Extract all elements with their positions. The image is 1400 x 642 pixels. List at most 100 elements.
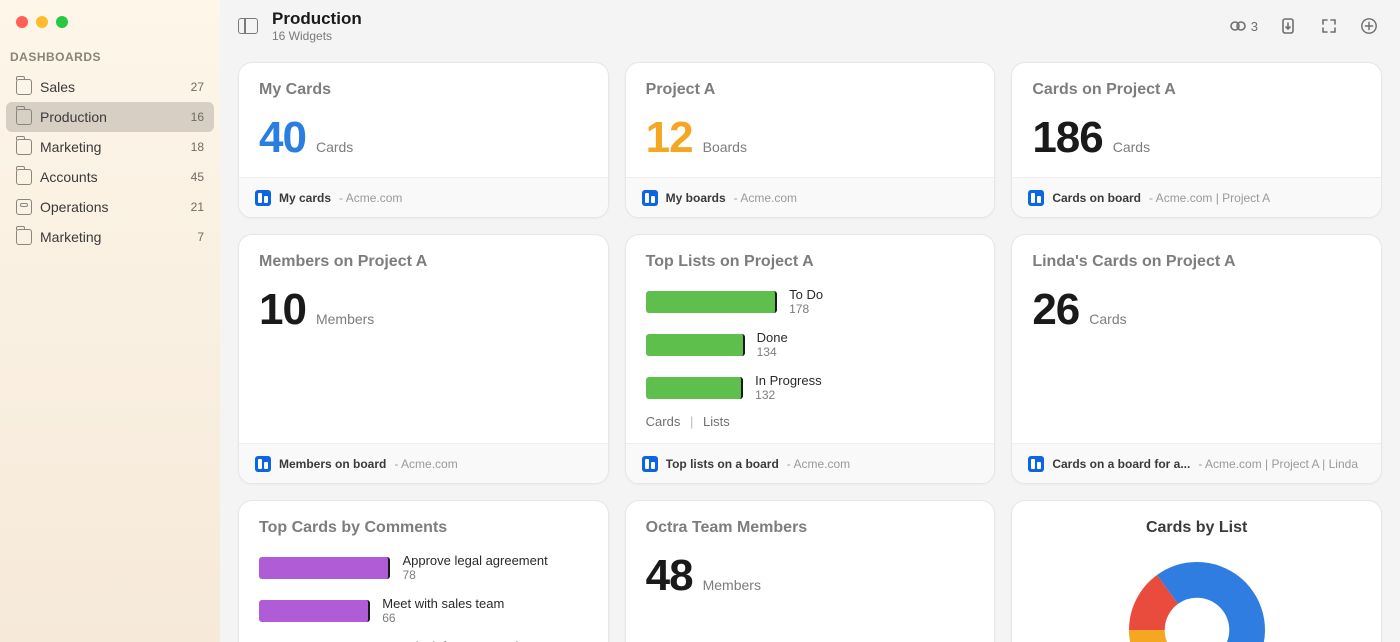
minimize-window-button[interactable] [36, 16, 48, 28]
widget-lindas-cards[interactable]: Linda's Cards on Project A 26 Cards Card… [1011, 234, 1382, 484]
widget-title: Top Cards by Comments [259, 519, 588, 537]
folder-icon [16, 229, 32, 245]
sidebar-item-label: Sales [40, 79, 75, 95]
widget-top-lists[interactable]: Top Lists on Project A To Do178 Done134 … [625, 234, 996, 484]
widget-cards-by-list[interactable]: Cards by List [1011, 500, 1382, 642]
folder-icon [16, 169, 32, 185]
donut-slice [1129, 630, 1178, 642]
export-button[interactable] [1276, 13, 1302, 39]
widget-title: Top Lists on Project A [646, 253, 975, 271]
window-controls [0, 0, 220, 50]
fullscreen-button[interactable] [1316, 13, 1342, 39]
add-widget-button[interactable] [1356, 13, 1382, 39]
bar-row: Approve legal agreement78 [259, 553, 588, 582]
widget-title: Members on Project A [259, 253, 588, 271]
widget-cards-on-project-a[interactable]: Cards on Project A 186 Cards Cards on bo… [1011, 62, 1382, 218]
bar-meta: Approve legal agreement78 [402, 553, 547, 582]
source-name: Members on board [279, 457, 386, 471]
metric-value: 186 [1032, 113, 1102, 163]
plus-circle-icon [1360, 17, 1378, 35]
metric-value: 12 [646, 113, 693, 163]
sidebar-item-label: Operations [40, 199, 108, 215]
close-window-button[interactable] [16, 16, 28, 28]
presence-icon [1229, 17, 1247, 35]
bar-row: Done134 [646, 330, 975, 359]
bar [259, 600, 370, 622]
sidebar: DASHBOARDS Sales 27 Production 16 Market… [0, 0, 220, 642]
trello-icon [642, 456, 658, 472]
sidebar-item-marketing[interactable]: Marketing 7 [6, 222, 214, 252]
widget-title: Cards by List [1032, 519, 1361, 537]
widget-my-cards[interactable]: My Cards 40 Cards My cards - Acme.com [238, 62, 609, 218]
folder-icon [16, 139, 32, 155]
metric-unit: Cards [316, 139, 353, 155]
metric-unit: Members [316, 311, 374, 327]
filter-row: Cards | Lists [646, 414, 975, 429]
sidebar-item-production[interactable]: Production 16 [6, 102, 214, 132]
bar-row: To Do178 [646, 287, 975, 316]
fullscreen-icon [1320, 17, 1338, 35]
sidebar-item-count: 7 [197, 230, 204, 244]
presence-button[interactable]: 3 [1225, 13, 1262, 39]
widget-project-a[interactable]: Project A 12 Boards My boards - Acme.com [625, 62, 996, 218]
sidebar-item-label: Production [40, 109, 107, 125]
widget-title: Cards on Project A [1032, 81, 1361, 99]
trello-icon [255, 456, 271, 472]
sidebar-item-label: Marketing [40, 139, 101, 155]
trello-icon [1028, 456, 1044, 472]
source-path: - Acme.com | Project A | Linda [1198, 457, 1358, 471]
sidebar-item-accounts[interactable]: Accounts 45 [6, 162, 214, 192]
source-name: Cards on a board for a... [1052, 457, 1190, 471]
sidebar-item-count: 21 [191, 200, 204, 214]
page-subtitle: 16 Widgets [272, 29, 362, 43]
bar [646, 334, 745, 356]
sidebar-item-count: 18 [191, 140, 204, 154]
widget-members-on-project-a[interactable]: Members on Project A 10 Members Members … [238, 234, 609, 484]
bar [646, 377, 743, 399]
bar-meta: To Do178 [789, 287, 823, 316]
sidebar-item-label: Marketing [40, 229, 101, 245]
filter-lists[interactable]: Lists [703, 414, 730, 429]
sidebar-item-operations[interactable]: Operations 21 [6, 192, 214, 222]
bar-row: In Progress132 [646, 373, 975, 402]
bar [259, 557, 390, 579]
bar-meta: Done134 [757, 330, 788, 359]
widget-grid: My Cards 40 Cards My cards - Acme.com Pr… [220, 52, 1400, 642]
source-path: - Acme.com [787, 457, 850, 471]
source-path: - Acme.com [339, 191, 402, 205]
metric-value: 40 [259, 113, 306, 163]
maximize-window-button[interactable] [56, 16, 68, 28]
metric-value: 26 [1032, 285, 1079, 335]
source-name: Cards on board [1052, 191, 1141, 205]
sidebar-item-label: Accounts [40, 169, 98, 185]
main-area: Production 16 Widgets 3 [220, 0, 1400, 642]
sidebar-item-sales[interactable]: Sales 27 [6, 72, 214, 102]
filter-cards[interactable]: Cards [646, 414, 681, 429]
sidebar-item-count: 45 [191, 170, 204, 184]
source-name: My cards [279, 191, 331, 205]
bar-meta: In Progress132 [755, 373, 821, 402]
folder-icon [16, 199, 32, 215]
source-path: - Acme.com [394, 457, 457, 471]
page-title-stack: Production 16 Widgets [272, 9, 362, 43]
export-icon [1280, 17, 1298, 35]
widget-octra-team-members[interactable]: Octra Team Members 48 Members [625, 500, 996, 642]
page-title: Production [272, 9, 362, 29]
bar-meta: Meet with sales team66 [382, 596, 504, 625]
metric-unit: Members [703, 577, 761, 593]
sidebar-section-label: DASHBOARDS [0, 50, 220, 72]
bar [646, 291, 777, 313]
donut-chart [1032, 545, 1361, 642]
metric-value: 10 [259, 285, 306, 335]
presence-count: 3 [1251, 19, 1258, 34]
sidebar-item-marketing[interactable]: Marketing 18 [6, 132, 214, 162]
widget-title: My Cards [259, 81, 588, 99]
titlebar: Production 16 Widgets 3 [220, 0, 1400, 52]
metric-unit: Boards [703, 139, 747, 155]
metric-value: 48 [646, 551, 693, 601]
source-name: My boards [666, 191, 726, 205]
widget-title: Octra Team Members [646, 519, 975, 537]
toggle-sidebar-icon[interactable] [238, 18, 258, 34]
widget-top-cards-by-comments[interactable]: Top Cards by Comments Approve legal agre… [238, 500, 609, 642]
bar-row: Meet with sales team66 [259, 596, 588, 625]
